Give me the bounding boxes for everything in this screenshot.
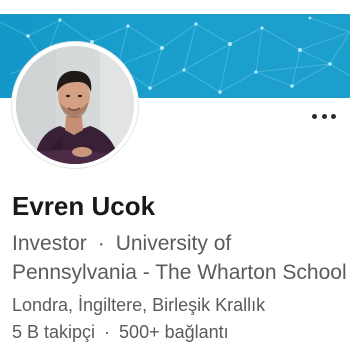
avatar-frame[interactable] (12, 42, 138, 168)
stats-separator: · (104, 322, 111, 342)
profile-card: Evren Ucok Investor · University of Pennsy… (0, 0, 350, 350)
profile-name: Evren Ucok (12, 191, 156, 221)
profile-photo (16, 46, 134, 164)
avatar[interactable] (16, 46, 134, 164)
more-horizontal-icon (312, 113, 317, 119)
headline-title: Investor (12, 232, 87, 255)
headline-separator: · (97, 232, 105, 255)
profile-location: Londra, İngiltere, Birleşik Krallık (12, 295, 266, 315)
connections-link[interactable]: 500+ bağlantı (119, 322, 229, 342)
profile-stats: 5 B takipçi · 500+ bağlantı (12, 321, 229, 343)
profile-headline: Investor · University of Pennsylvania - Th… (12, 229, 348, 287)
followers-link[interactable]: 5 B takipçi (12, 322, 95, 342)
more-options-button[interactable] (312, 108, 336, 124)
